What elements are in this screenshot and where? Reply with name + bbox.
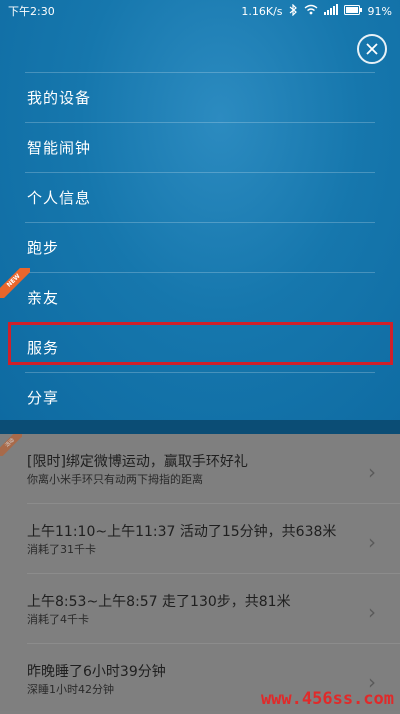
signal-icon <box>323 4 338 18</box>
status-bar: 下午2:30 1.16K/s 91% <box>0 0 400 22</box>
activity-feed: [限时]绑定微博运动，赢取手环好礼 你离小米手环只有动两下拇指的距离 › 上午1… <box>0 434 400 711</box>
menu-item-my-devices[interactable]: 我的设备 <box>25 72 375 122</box>
feed-item-walk[interactable]: 上午8:53~上午8:57 走了130步，共81米 消耗了4千卡 › <box>27 574 400 644</box>
feed-item-subtitle: 消耗了31千卡 <box>27 543 96 556</box>
side-menu: 我的设备 智能闹钟 个人信息 跑步 亲友 服务 分享 <box>0 72 400 422</box>
battery-percent: 91% <box>367 4 392 18</box>
feed-item-subtitle: 消耗了4千卡 <box>27 613 89 626</box>
feed-item-title: 上午8:53~上午8:57 走了130步，共81米 <box>27 594 291 610</box>
feed-item-title: 昨晚睡了6小时39分钟 <box>27 664 166 680</box>
close-button[interactable] <box>357 34 387 64</box>
feed-item-subtitle: 你离小米手环只有动两下拇指的距离 <box>27 473 203 486</box>
status-time: 下午2:30 <box>8 5 55 18</box>
status-icons: 1.16K/s 91% <box>241 3 392 19</box>
bluetooth-icon <box>289 3 298 19</box>
feed-item-activity[interactable]: 上午11:10~上午11:37 活动了15分钟，共638米 消耗了31千卡 › <box>27 504 400 574</box>
menu-item-smart-alarm[interactable]: 智能闹钟 <box>25 122 375 172</box>
new-badge: NEW <box>0 268 30 298</box>
feed-item-title: 上午11:10~上午11:37 活动了15分钟，共638米 <box>27 524 337 540</box>
menu-item-label: 我的设备 <box>27 89 92 107</box>
chevron-right-icon: › <box>368 530 376 554</box>
feed-ribbon-badge: 活动 <box>0 434 22 456</box>
menu-item-label: 个人信息 <box>27 189 92 207</box>
menu-item-label: 智能闹钟 <box>27 139 92 157</box>
battery-icon <box>343 4 362 18</box>
new-badge-label: NEW <box>0 268 30 298</box>
wifi-icon <box>304 4 318 18</box>
watermark: www.456ss.com <box>260 689 394 709</box>
feed-ribbon-label: 活动 <box>0 434 22 456</box>
menu-item-label: 跑步 <box>27 239 60 257</box>
feed-item-weibo-promo[interactable]: [限时]绑定微博运动，赢取手环好礼 你离小米手环只有动两下拇指的距离 › <box>27 434 400 504</box>
panel-footer-bar <box>0 420 400 434</box>
menu-item-label: 亲友 <box>27 289 60 307</box>
menu-item-share[interactable]: 分享 <box>25 372 375 422</box>
close-icon <box>366 40 378 59</box>
chevron-right-icon: › <box>368 600 376 624</box>
menu-item-friends[interactable]: 亲友 <box>25 272 375 322</box>
menu-panel: 我的设备 智能闹钟 个人信息 跑步 亲友 服务 分享 <box>0 0 400 424</box>
menu-item-label: 服务 <box>27 339 60 357</box>
feed-item-title: [限时]绑定微博运动，赢取手环好礼 <box>27 454 248 470</box>
menu-item-services[interactable]: 服务 <box>25 322 375 372</box>
network-speed: 1.16K/s <box>241 4 283 18</box>
menu-item-label: 分享 <box>27 389 60 407</box>
menu-item-personal-info[interactable]: 个人信息 <box>25 172 375 222</box>
menu-item-running[interactable]: 跑步 <box>25 222 375 272</box>
chevron-right-icon: › <box>368 460 376 484</box>
